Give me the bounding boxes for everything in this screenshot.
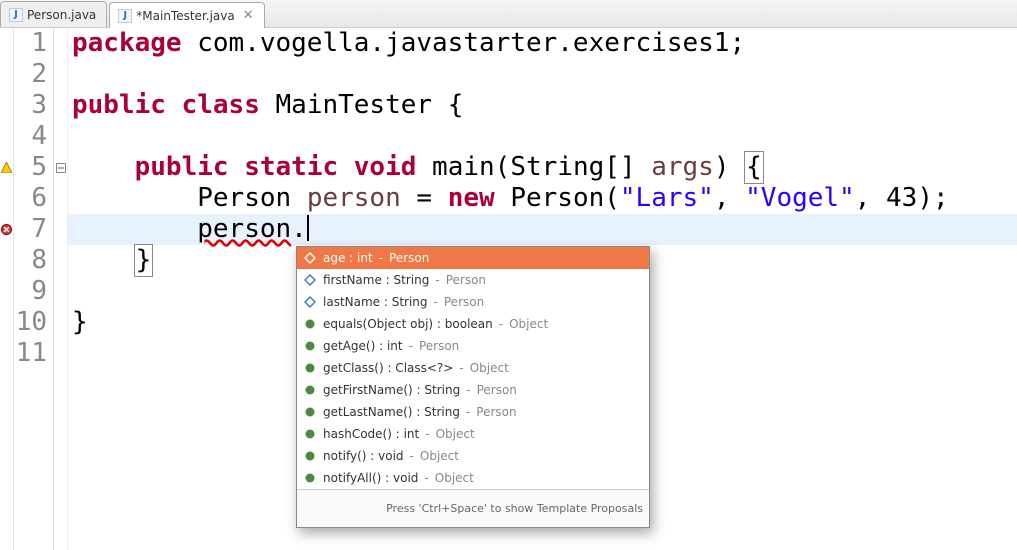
proposal-signature: getAge() : int (323, 335, 403, 357)
proposal-origin: Object (436, 423, 475, 445)
code-line-active[interactable]: person. (68, 214, 1017, 245)
content-assist-item[interactable]: getFirstName() : String - Person (297, 379, 649, 401)
text-caret (307, 215, 309, 241)
method-icon (303, 427, 317, 441)
field-icon (303, 251, 317, 265)
proposal-origin: Person (444, 291, 484, 313)
proposal-origin: Person (389, 247, 429, 269)
proposal-signature: firstName : String (323, 269, 429, 291)
code-line[interactable]: Person person = new Person("Lars", "Voge… (68, 183, 1017, 214)
fold-column (54, 28, 68, 550)
line-number: 2 (14, 59, 47, 90)
content-assist-item[interactable]: getLastName() : String - Person (297, 401, 649, 423)
warning-marker-icon[interactable] (0, 152, 13, 183)
content-assist-item[interactable]: age : int - Person (297, 247, 649, 269)
content-assist-popup: age : int - PersonfirstName : String - P… (296, 246, 650, 528)
method-icon (303, 317, 317, 331)
proposal-signature: getLastName() : String (323, 401, 460, 423)
code-line[interactable] (68, 121, 1017, 152)
close-icon[interactable]: ✕ (243, 8, 254, 23)
line-number: 1 (14, 28, 47, 59)
proposal-signature: equals(Object obj) : boolean (323, 313, 493, 335)
proposal-origin: Object (420, 445, 459, 467)
line-number: 4 (14, 121, 47, 152)
error-marker-icon[interactable] (0, 214, 13, 245)
content-assist-item[interactable]: lastName : String - Person (297, 291, 649, 313)
line-number: 3 (14, 90, 47, 121)
line-number: 10 (14, 307, 47, 338)
editor-tab-maintester[interactable]: J *MainTester.java ✕ (109, 2, 264, 28)
content-assist-item[interactable]: hashCode() : int - Object (297, 423, 649, 445)
line-number: 9 (14, 276, 47, 307)
proposal-signature: getFirstName() : String (323, 379, 460, 401)
code-line[interactable]: package com.vogella.javastarter.exercise… (68, 28, 1017, 59)
method-icon (303, 383, 317, 397)
tab-label: Person.java (27, 8, 96, 22)
content-assist-item[interactable]: getAge() : int - Person (297, 335, 649, 357)
content-assist-item[interactable]: firstName : String - Person (297, 269, 649, 291)
method-icon (303, 405, 317, 419)
code-line[interactable]: public class MainTester { (68, 90, 1017, 121)
proposal-origin: Object (470, 357, 509, 379)
proposal-origin: Object (509, 313, 548, 335)
content-assist-item[interactable]: equals(Object obj) : boolean - Object (297, 313, 649, 335)
line-number: 8 (14, 245, 47, 276)
proposal-origin: Person (446, 269, 486, 291)
proposal-origin: Object (435, 467, 474, 489)
content-assist-item[interactable]: notifyAll() : void - Object (297, 467, 649, 489)
proposal-signature: hashCode() : int (323, 423, 419, 445)
content-assist-footer: Press 'Ctrl+Space' to show Template Prop… (297, 489, 649, 527)
editor-tab-bar: J Person.java J *MainTester.java ✕ (0, 0, 1017, 28)
proposal-signature: age : int (323, 247, 373, 269)
line-number-gutter: 1 2 3 4 5 6 7 8 9 10 11 (14, 28, 54, 550)
fold-toggle-icon[interactable] (54, 152, 67, 183)
line-number: 7 (14, 214, 47, 245)
proposal-origin: Person (476, 401, 516, 423)
method-icon (303, 361, 317, 375)
field-icon (303, 273, 317, 287)
java-file-icon: J (118, 9, 132, 23)
code-editor[interactable]: 1 2 3 4 5 6 7 8 9 10 11 package com.voge… (0, 28, 1017, 550)
proposal-signature: notifyAll() : void (323, 467, 418, 489)
proposal-signature: lastName : String (323, 291, 428, 313)
code-line[interactable]: public static void main(String[] args) { (68, 152, 1017, 183)
line-number: 6 (14, 183, 47, 214)
java-file-icon: J (9, 8, 23, 22)
code-line[interactable] (68, 59, 1017, 90)
proposal-origin: Person (419, 335, 459, 357)
line-number: 11 (14, 338, 47, 369)
method-icon (303, 339, 317, 353)
proposal-signature: getClass() : Class<?> (323, 357, 453, 379)
method-icon (303, 471, 317, 485)
editor-tab-person[interactable]: J Person.java (0, 1, 107, 27)
marker-column (0, 28, 14, 550)
field-icon (303, 295, 317, 309)
tab-label: *MainTester.java (136, 9, 234, 23)
line-number: 5 (14, 152, 47, 183)
content-assist-item[interactable]: notify() : void - Object (297, 445, 649, 467)
proposal-origin: Person (477, 379, 517, 401)
method-icon (303, 449, 317, 463)
content-assist-item[interactable]: getClass() : Class<?> - Object (297, 357, 649, 379)
proposal-signature: notify() : void (323, 445, 404, 467)
